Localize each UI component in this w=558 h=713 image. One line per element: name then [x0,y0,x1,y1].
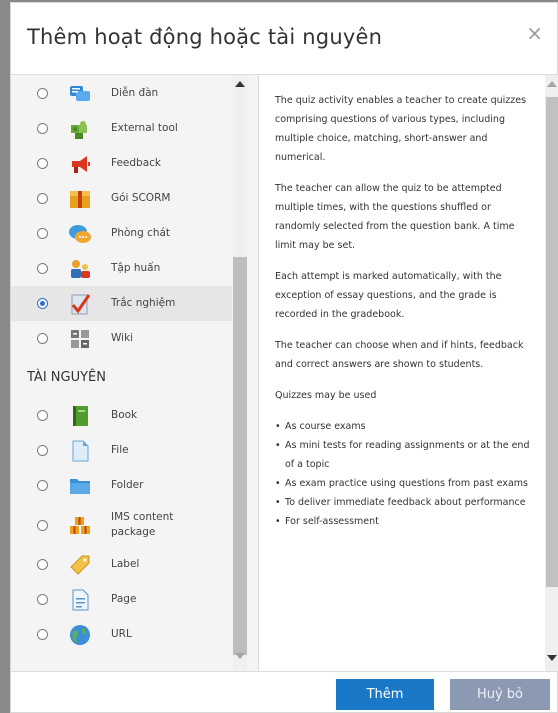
dialog-header: Thêm hoạt động hoặc tài nguyên × [11,3,557,75]
option-radio[interactable] [37,410,48,421]
close-icon[interactable]: × [526,21,543,45]
help-bullet: As course exams [275,417,537,436]
scroll-up-icon[interactable] [547,81,557,87]
option-radio[interactable] [37,480,48,491]
option-label: Folder [111,479,144,491]
option-label: Diễn đàn [111,87,159,99]
option-label: Trắc nghiệm [111,297,176,309]
option-file[interactable]: File [11,433,232,468]
options-list: Diễn đàn External tool Feedback Gói SCOR… [11,75,232,652]
help-paragraph: The quiz activity enables a teacher to c… [275,95,527,163]
file-icon [72,440,89,461]
option-radio[interactable] [37,629,48,640]
book-icon [73,405,88,426]
package-icon [70,190,90,208]
add-button[interactable]: Thêm [336,679,434,710]
option-label: Tập huấn [111,262,161,274]
option-chat[interactable]: Phòng chát [11,216,232,251]
dialog-body: Diễn đàn External tool Feedback Gói SCOR… [11,75,558,671]
option-url[interactable]: URL [11,617,232,652]
option-book[interactable]: Book [11,398,232,433]
puzzle-icon [71,120,87,139]
scrollbar-thumb[interactable] [233,257,247,655]
option-radio[interactable] [37,123,48,134]
option-forum[interactable]: Diễn đàn [11,76,232,111]
help-scrollbar[interactable] [545,75,558,671]
option-radio[interactable] [37,445,48,456]
help-paragraph: Quizzes may be used [275,390,377,401]
option-radio[interactable] [37,594,48,605]
option-label: Wiki [111,332,134,344]
workshop-icon [71,259,90,278]
help-pane: The quiz activity enables a teacher to c… [259,75,558,671]
help-bullet: As exam practice using questions from pa… [275,474,537,493]
option-label: Book [111,409,138,421]
options-pane: Diễn đàn External tool Feedback Gói SCOR… [11,75,259,671]
option-radio[interactable] [37,559,48,570]
help-paragraph: The teacher can allow the quiz to be att… [275,183,515,251]
help-bullet: To deliver immediate feedback about perf… [275,493,537,512]
help-paragraph: The teacher can choose when and if hints… [275,340,524,370]
options-scrollbar[interactable] [233,75,247,671]
option-scorm[interactable]: Gói SCORM [11,181,232,216]
add-activity-dialog: Thêm hoạt động hoặc tài nguyên × Diễn đà… [10,2,558,713]
option-radio[interactable] [37,333,48,344]
option-external-tool[interactable]: External tool [11,111,232,146]
option-folder[interactable]: Folder [11,468,232,503]
option-label: Feedback [111,157,162,169]
wiki-icon [71,329,89,348]
forum-icon [70,85,90,101]
option-label: IMS content package [111,511,174,538]
option-page[interactable]: Page [11,582,232,617]
option-quiz[interactable]: Trắc nghiệm [11,286,232,321]
option-label: Label [111,558,140,570]
quiz-icon [71,293,91,314]
folder-icon [70,478,90,494]
scroll-up-icon[interactable] [235,81,245,87]
cancel-button[interactable]: Huỷ bỏ [450,679,550,710]
option-radio[interactable] [37,193,48,204]
option-label: Page [111,593,137,605]
option-label: Phòng chát [111,227,171,239]
help-bullet-list: As course exams As mini tests for readin… [275,417,537,531]
option-wiki[interactable]: Wiki [11,321,232,356]
dialog-title: Thêm hoạt động hoặc tài nguyên [27,25,383,49]
help-bullet: As mini tests for reading assignments or… [275,436,537,474]
option-radio[interactable] [37,88,48,99]
option-label: External tool [111,122,178,134]
help-bullet: For self-assessment [275,512,537,531]
scrollbar-thumb[interactable] [546,97,558,587]
page-icon [72,589,89,610]
option-radio[interactable] [37,519,48,531]
scroll-down-icon[interactable] [235,653,245,659]
help-paragraph: Each attempt is marked automatically, wi… [275,271,502,320]
option-workshop[interactable]: Tập huấn [11,251,232,286]
option-label: URL [111,628,132,640]
ims-package-icon [70,517,90,534]
chat-icon [69,224,91,243]
megaphone-icon [72,155,90,173]
option-radio[interactable] [37,228,48,239]
option-label: Gói SCORM [111,192,171,204]
option-ims-content-package[interactable]: IMS content package [11,503,232,547]
option-radio[interactable] [37,263,48,274]
option-label-resource[interactable]: Label [11,547,232,582]
dialog-footer: Thêm Huỷ bỏ [11,671,558,713]
help-content: The quiz activity enables a teacher to c… [275,91,537,531]
option-radio-selected[interactable] [37,298,48,309]
option-label: File [111,444,129,456]
option-feedback[interactable]: Feedback [11,146,232,181]
scroll-down-icon[interactable] [547,655,557,661]
label-icon [70,555,90,575]
globe-icon [70,624,90,645]
option-radio[interactable] [37,158,48,169]
resources-heading: TÀI NGUYÊN [27,370,106,385]
